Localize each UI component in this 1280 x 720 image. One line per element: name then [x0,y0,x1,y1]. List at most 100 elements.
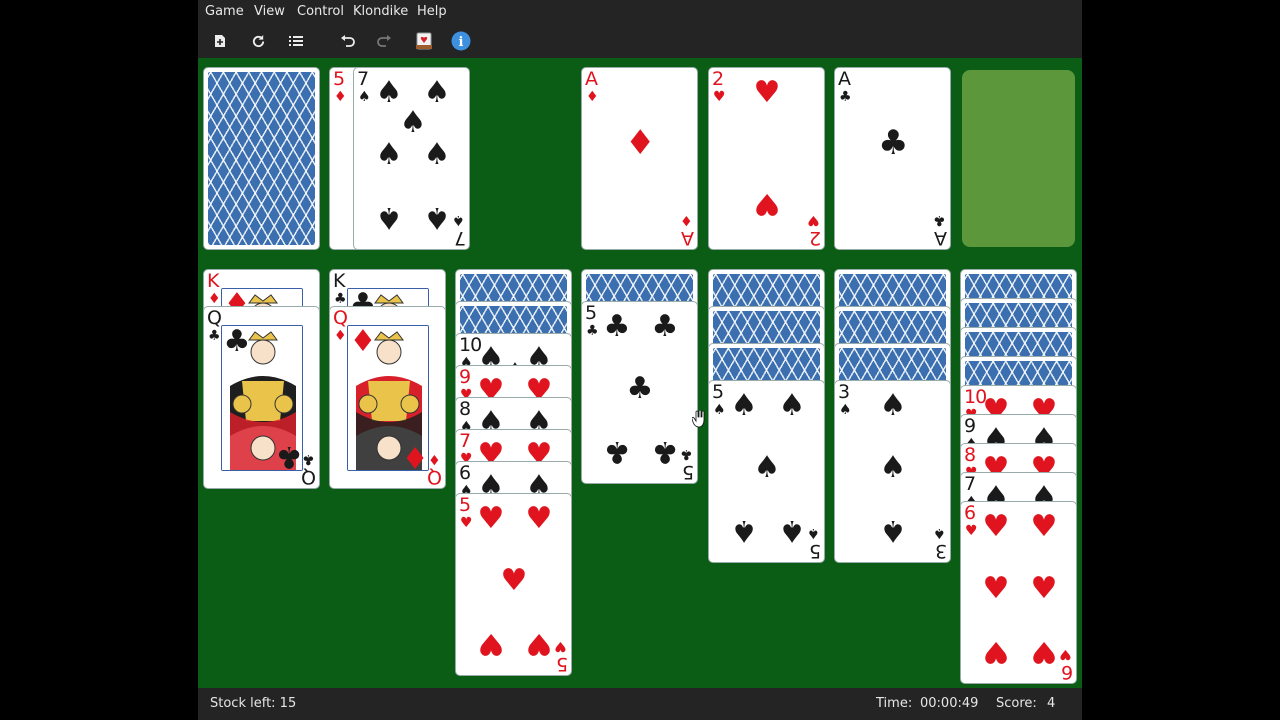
card-rank: A [838,68,851,90]
time-label: Time: [876,696,913,711]
restart-icon [252,34,264,47]
card-suit-icon: ♦ [334,89,347,105]
card-pip-icon: ♠ [375,75,403,110]
menu-help[interactable]: Help [417,4,447,19]
card-rank: 3 [838,381,850,403]
empty-foundation-slot[interactable] [962,70,1075,247]
foundation-card[interactable]: 2 ♥ ♥ ♥ 2 ♥ [708,67,825,250]
card-rank: 5 [333,68,345,90]
info-button[interactable]: i [449,30,473,52]
card-rank-inverted: 5 [809,540,821,562]
card-suit-inverted-icon: ♥ [807,212,820,228]
card-pip-icon: ♠ [730,388,758,423]
card-suit-icon: ♣ [334,291,347,307]
card-pip-icon: ♥ [753,75,781,110]
card-pip-icon: ♣ [651,309,679,344]
card-pip-icon: ♠ [879,450,907,485]
restart-button[interactable] [246,30,270,52]
card-pip-icon: ♠ [399,105,427,140]
card-pip-icon: ♥ [477,501,505,536]
card-rank: Q [333,307,348,329]
menu-game[interactable]: Game [205,4,244,19]
menu-view[interactable]: View [254,4,285,19]
card-pip-icon: ♠ [423,75,451,110]
card-pip-icon: ♥ [982,571,1010,606]
card-suit-inverted-icon: ♣ [933,212,946,228]
card-suit-inverted-icon: ♣ [680,446,693,462]
card-pip-icon: ♥ [753,186,781,221]
tableau-card[interactable]: 5 ♣ ♣ ♣ ♣ ♣ ♣ 5 ♣ [581,301,698,484]
status-bar: Stock left: 15 Time: 00:00:49 Score: 4 [198,688,1082,720]
card-pip-icon: ♥ [1030,509,1058,544]
card-pip-icon: ♥ [525,626,553,661]
card-suit-icon: ♣ [586,323,599,339]
undo-icon [341,35,355,47]
score-value: 4 [1047,696,1056,711]
card-pip-icon: ♥ [500,563,528,598]
card-suit-icon: ♥ [460,515,473,531]
tableau-card[interactable]: Q ♦ ♦ ♦ Q ♦ [329,306,446,489]
list-icon [289,36,303,46]
card-pip-icon: ♣ [275,439,303,474]
hint-button[interactable] [412,30,436,52]
card-suit-inverted-icon: ♣ [302,451,315,467]
card-rank-inverted: 5 [556,653,568,675]
menu-bar: Game View Control Klondike Help [198,0,1082,24]
redo-icon [377,35,391,47]
card-pip-icon: ♠ [753,450,781,485]
card-rank: 7 [459,430,471,452]
card-pip-icon: ♠ [730,513,758,548]
card-rank: 2 [712,68,724,90]
select-game-button[interactable] [284,30,308,52]
foundation-card[interactable]: A ♣ ♣ A ♣ [834,67,951,250]
tableau-card[interactable]: 3 ♠ ♠ ♠ ♠ 3 ♠ [834,380,951,563]
card-rank-inverted: A [935,227,947,249]
card-suit-icon: ♣ [208,328,221,344]
card-back-pattern [208,72,315,245]
card-pip-icon: ♠ [375,200,403,235]
card-rank-inverted: 5 [682,461,694,483]
card-suit-inverted-icon: ♠ [807,525,820,541]
card-rank-inverted: A [682,227,694,249]
card-rank-inverted: Q [428,466,442,488]
card-suit-inverted-icon: ♦ [428,451,441,467]
hand-cursor-icon [692,410,705,428]
solitaire-window: Game View Control Klondike Help i 5 ♦ 7 … [198,0,1082,720]
card-rank: 6 [459,462,471,484]
card-pip-icon: ♣ [651,434,679,469]
card-suit-icon: ♠ [358,89,371,105]
card-rank: K [333,270,346,292]
card-pip-icon: ♣ [603,434,631,469]
tableau-card[interactable]: 5 ♠ ♠ ♠ ♠ ♠ ♠ 5 ♠ [708,380,825,563]
card-table: 5♦♦♦♦♦♦5♦7♠♠♠♠♠♠♠♠7♠A♦♦A♦2♥♥♥2♥A♣♣A♣K♦♦♦… [198,58,1082,688]
card-suit-icon: ♦ [208,291,221,307]
card-pip-icon: ♠ [423,137,451,172]
hint-card-icon [416,32,432,50]
card-pip-icon: ♠ [879,388,907,423]
card-suit-inverted-icon: ♦ [680,212,693,228]
tableau-card[interactable]: 5 ♥ ♥ ♥ ♥ ♥ ♥ 5 ♥ [455,493,572,676]
new-game-button[interactable] [208,30,232,52]
card-rank: 5 [712,381,724,403]
card-pip-icon: ♠ [423,200,451,235]
card-suit-inverted-icon: ♥ [1059,646,1072,662]
card-rank: K [207,270,220,292]
card-pip-icon: ♠ [778,388,806,423]
tableau-card[interactable]: Q ♣ ♣ ♣ Q ♣ [203,306,320,489]
waste-card[interactable]: 7 ♠ ♠ ♠ ♠ ♠ ♠ ♠ ♠ 7 ♠ [353,67,470,250]
tableau-card[interactable]: 6 ♥ ♥ ♥ ♥ ♥ ♥ ♥ 6 ♥ [960,501,1077,684]
card-suit-inverted-icon: ♠ [933,525,946,541]
card-rank: 7 [357,68,369,90]
stock-pile[interactable] [203,67,320,250]
card-suit-inverted-icon: ♥ [554,638,567,654]
card-rank: 9 [964,415,976,437]
card-suit-icon: ♦ [586,89,599,105]
card-pip-icon: ♣ [878,123,909,163]
menu-control[interactable]: Control [297,4,344,19]
redo-button[interactable] [372,30,396,52]
menu-klondike[interactable]: Klondike [353,4,408,19]
card-pip-icon: ♥ [477,626,505,661]
card-rank: 6 [964,502,976,524]
foundation-card[interactable]: A ♦ ♦ A ♦ [581,67,698,250]
undo-button[interactable] [336,30,360,52]
